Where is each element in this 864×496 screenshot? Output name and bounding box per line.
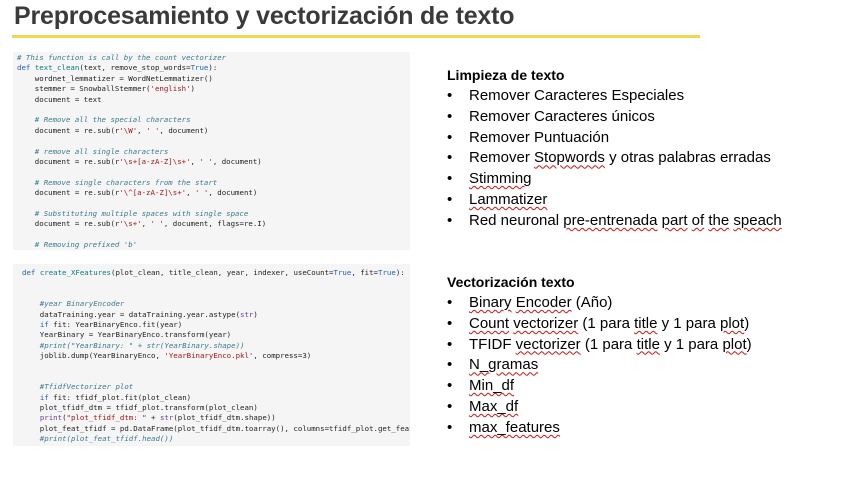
code-line: document = text bbox=[17, 94, 102, 104]
bullet-item: Stimming bbox=[447, 169, 782, 190]
bullet-item: Lammatizer bbox=[447, 190, 782, 211]
code-line: # Removing prefixed 'b' bbox=[17, 240, 138, 250]
code-line: # Substituting multiple spaces with sing… bbox=[17, 208, 249, 218]
code-line: #year BinaryEncoder bbox=[22, 299, 125, 309]
code-line: if fit: YearBinaryEnco.fit(year) bbox=[39, 319, 183, 329]
code-line: wordnet_lemmatizer = WordNetLemmatizer() bbox=[17, 73, 213, 83]
section-heading: Vectorización texto bbox=[447, 274, 575, 290]
section-vectorizacion-texto: Vectorización texto Binary Encoder (Año)… bbox=[447, 273, 752, 439]
code-line: plot_tfidf_dtm = tfidf_plot.transform(pl… bbox=[22, 403, 258, 413]
bullet-item: Remover Stopwords y otras palabras errad… bbox=[447, 148, 782, 169]
bullet-list: Remover Caracteres EspecialesRemover Car… bbox=[447, 86, 782, 232]
code-line: plot_feat_tfidf = pd.DataFrame(plot_tfid… bbox=[22, 423, 410, 433]
code-line: #print("YearBinary: " + str(YearBinary.s… bbox=[22, 340, 245, 350]
title-underline bbox=[12, 35, 700, 38]
bullet-item: Remover Caracteres Especiales bbox=[447, 86, 782, 107]
bullet-item: Red neuronal pre-entrenada part of the s… bbox=[447, 211, 782, 232]
code-line: document = re.sub(r'\s+', ' ', document,… bbox=[17, 219, 267, 229]
code-block-text-clean: # This function is call by the count vec… bbox=[13, 52, 410, 250]
bullet-item: Max_df bbox=[447, 397, 752, 418]
code-line: # Remove single characters from the star… bbox=[17, 177, 218, 187]
bullet-item: Min_df bbox=[447, 376, 752, 397]
bullet-item: N_gramas bbox=[447, 355, 752, 376]
section-heading: Limpieza de texto bbox=[447, 67, 565, 83]
code-line: document = re.sub(r'\^[a-zA-Z]\s+', ' ',… bbox=[17, 188, 258, 198]
code-line: dataTraining.year = dataTraining.year.as… bbox=[22, 309, 258, 319]
code-line: #print(plot_feat_tfidf.head()) bbox=[22, 434, 174, 444]
bullet-item: max_features bbox=[447, 418, 752, 439]
code-line: print("plot_tfidf_dtm: " + str(plot_tfid… bbox=[39, 413, 276, 423]
bullet-item: Remover Caracteres únicos bbox=[447, 107, 782, 128]
code-line: # This function is call by the count vec… bbox=[17, 53, 227, 62]
code-line: def create_XFeatures(plot_clean, title_c… bbox=[22, 268, 405, 277]
bullet-list: Binary Encoder (Año)Count vectorizer (1 … bbox=[447, 293, 752, 439]
code-line: joblib.dump(tfidf_plot, 'tfidf_plot.pkl'… bbox=[22, 445, 410, 446]
code-line: #TfidfVectorizer plot bbox=[22, 382, 134, 392]
code-block-create-xfeatures: def create_XFeatures(plot_clean, title_c… bbox=[13, 264, 410, 446]
bullet-item: Count vectorizer (1 para title y 1 para … bbox=[447, 314, 752, 335]
code-line: def text_clean(text, remove_stop_words=T… bbox=[17, 63, 218, 73]
code-line: document = re.sub(r'\W', ' ', document) bbox=[17, 125, 209, 135]
slide-title: Preprocesamiento y vectorización de text… bbox=[14, 2, 515, 30]
code-line: YearBinary = YearBinaryEnco.transform(ye… bbox=[22, 330, 232, 340]
bullet-item: Binary Encoder (Año) bbox=[447, 293, 752, 314]
bullet-item: Remover Puntuación bbox=[447, 128, 782, 149]
code-line: stemmer = SnowballStemmer('english') bbox=[17, 84, 195, 94]
code-line: document = re.sub(r'\s+[a-zA-Z]\s+', ' '… bbox=[17, 156, 262, 166]
code-line: if fit: tfidf_plot.fit(plot_clean) bbox=[39, 392, 192, 402]
code-line: # remove all single characters bbox=[17, 146, 169, 156]
bullet-item: TFIDF vectorizer (1 para title y 1 para … bbox=[447, 335, 752, 356]
code-line: # Remove all the special characters bbox=[17, 115, 191, 125]
section-limpieza-de-texto: Limpieza de texto Remover Caracteres Esp… bbox=[447, 66, 782, 232]
code-line: joblib.dump(YearBinaryEnco, 'YearBinaryE… bbox=[22, 351, 312, 361]
